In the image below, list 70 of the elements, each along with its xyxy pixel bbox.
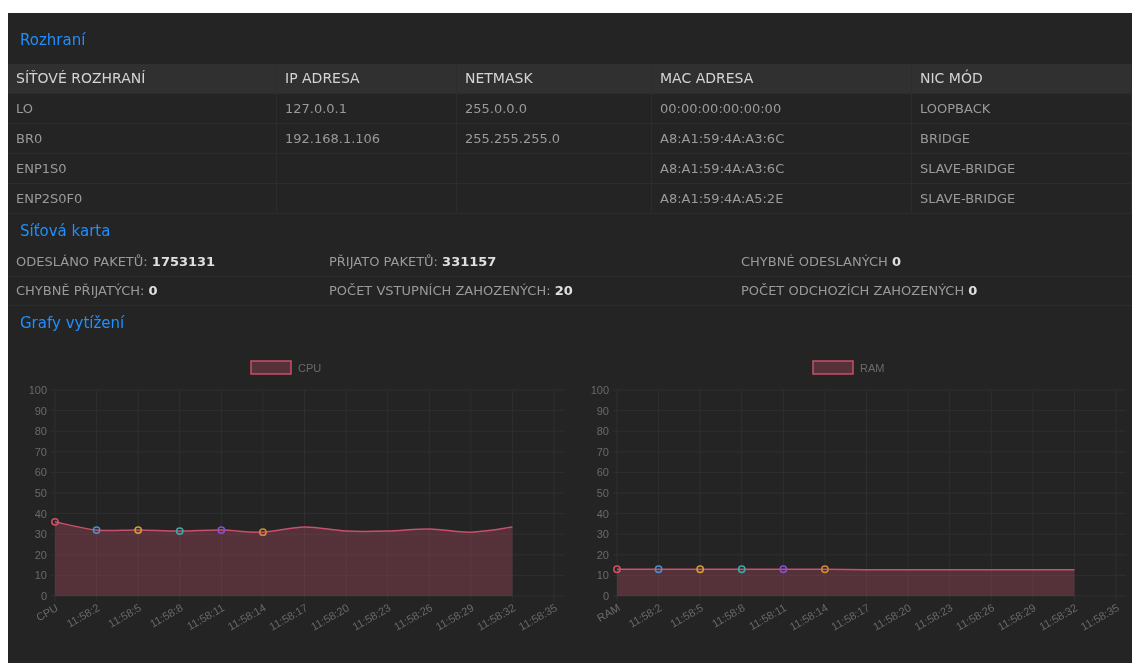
axis-tick-label: 90 — [34, 404, 47, 417]
axis-tick-label: 30 — [34, 528, 47, 541]
axis-tick-label: 30 — [596, 528, 609, 541]
data-point — [613, 565, 621, 574]
section-heading: Síťová karta — [19, 221, 112, 242]
table-cell: A8:A1:59:4A:A3:6C — [652, 124, 912, 153]
table-cell: 255.0.0.0 — [457, 94, 652, 123]
data-point — [51, 517, 59, 526]
axis-tick-label: 50 — [34, 487, 47, 499]
table-cell: LO — [8, 94, 277, 123]
axis-tick-label: 10 — [596, 569, 609, 582]
axis-tick-label: 60 — [596, 466, 609, 479]
column-header: IP ADRESA — [277, 64, 457, 93]
table-cell: ENP1S0 — [8, 154, 277, 183]
data-point — [92, 526, 101, 535]
data-point — [696, 565, 705, 574]
legend-label: RAM — [860, 362, 885, 374]
table-cell: SLAVE-BRIDGE — [912, 154, 1132, 183]
column-header: MAC ADRESA — [652, 64, 912, 93]
axis-tick-label: 70 — [34, 445, 47, 458]
column-header: SÍŤOVÉ ROZHRANÍ — [8, 64, 277, 93]
axis-tick-label: 50 — [596, 487, 609, 499]
data-point — [654, 565, 663, 574]
table-cell: 192.168.1.106 — [277, 124, 457, 153]
table-cell: LOOPBACK — [912, 94, 1132, 123]
stat-text: CHYBNÉ ODESLANÝCH 0 — [733, 248, 1132, 277]
axis-tick-label: 80 — [34, 425, 47, 438]
axis-tick-label: 70 — [596, 445, 609, 458]
table-cell: BRIDGE — [912, 124, 1132, 153]
table-cell: 00:00:00:00:00:00 — [652, 94, 912, 123]
axis-tick-label: 60 — [34, 466, 47, 479]
axis-tick-label: RAM — [594, 601, 622, 624]
stat-text: ODESLÁNO PAKETŮ: 1753131 — [8, 248, 321, 277]
data-point — [779, 565, 788, 574]
axis-tick-label: 90 — [596, 404, 609, 417]
axis-tick-label: CPU — [33, 601, 60, 624]
section-heading: Rozhraní — [19, 30, 87, 51]
chart-legend: CPU — [250, 360, 322, 375]
stat-text: CHYBNĚ PŘIJATÝCH: 0 — [8, 277, 321, 306]
stat-text: POČET ODCHOZÍCH ZAHOZENÝCH 0 — [733, 277, 1132, 306]
legend-label: CPU — [298, 362, 322, 374]
data-point — [217, 526, 226, 535]
axis-tick-label: 100 — [28, 384, 47, 396]
axis-tick-label: 100 — [590, 384, 609, 396]
axis-tick-label: 0 — [40, 590, 47, 602]
stat-text: PŘIJATO PAKETŮ: 331157 — [321, 248, 733, 277]
axis-tick-label: 40 — [596, 507, 609, 520]
axis-tick-label: 0 — [602, 590, 609, 602]
column-header: NIC MÓD — [912, 64, 1132, 93]
data-point — [820, 565, 829, 574]
table-cell: 127.0.0.1 — [277, 94, 457, 123]
stat-text: POČET VSTUPNÍCH ZAHOZENÝCH: 20 — [321, 277, 733, 306]
data-point — [134, 526, 143, 535]
axis-tick-label: 20 — [596, 548, 609, 561]
axis-tick-label: 20 — [34, 548, 47, 561]
axis-tick-label: 80 — [596, 425, 609, 438]
column-header: NETMASK — [457, 64, 652, 93]
table-cell: SLAVE-BRIDGE — [912, 184, 1132, 213]
chart-legend: RAM — [812, 360, 885, 375]
data-point — [175, 527, 184, 536]
axis-tick-label: 10 — [34, 569, 47, 582]
table-cell: A8:A1:59:4A:A3:6C — [652, 154, 912, 183]
table-cell: ENP2S0F0 — [8, 184, 277, 213]
table-cell: BR0 — [8, 124, 277, 153]
data-point — [258, 528, 267, 537]
table-cell: A8:A1:59:4A:A5:2E — [652, 184, 912, 213]
axis-tick-label: 40 — [34, 507, 47, 520]
table-cell: 255.255.255.0 — [457, 124, 652, 153]
section-heading: Grafy vytížení — [19, 313, 126, 334]
data-point — [737, 565, 746, 574]
